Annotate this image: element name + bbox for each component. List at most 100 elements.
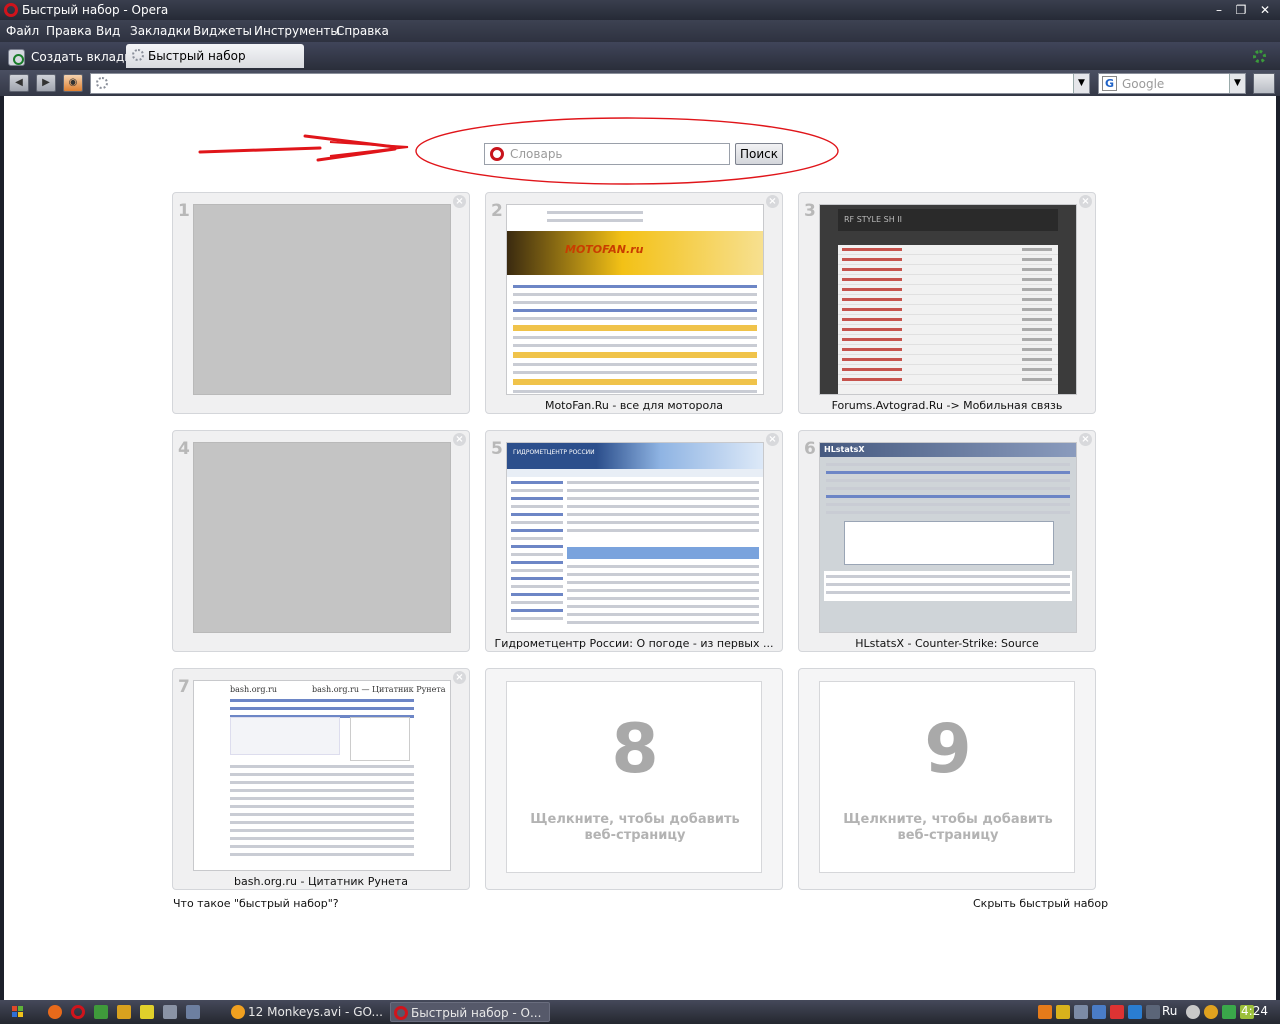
what-is-speed-dial-link[interactable]: Что такое "быстрый набор"?	[173, 897, 339, 910]
butterfly-icon[interactable]	[117, 1005, 131, 1019]
close-window-button[interactable]: ✕	[1256, 2, 1274, 18]
tab-speed-dial[interactable]: Быстрый набор	[126, 44, 304, 68]
forward-button[interactable]: ▶	[36, 74, 56, 92]
tray-clock-icon[interactable]	[1186, 1005, 1200, 1019]
close-icon[interactable]: ×	[1079, 433, 1092, 446]
thumbnail-motofan: MOTOFAN.ru	[506, 204, 764, 395]
speed-dial-2[interactable]: 2 × MOTOFAN.ru MotoFan.Ru - все для мото…	[485, 192, 783, 414]
taskbar-task-media[interactable]: 12 Monkeys.avi - GO...	[228, 1002, 388, 1022]
start-button[interactable]	[2, 1002, 32, 1022]
search-field[interactable]: G Google ▼	[1098, 73, 1246, 94]
opera-logo-icon	[4, 3, 18, 17]
speed-dial-6[interactable]: 6 × HLstatsX HLstatsX - Counter-Strike: …	[798, 430, 1096, 652]
close-icon[interactable]: ×	[453, 433, 466, 446]
windows-logo-icon	[12, 1006, 23, 1017]
speed-dial-4[interactable]: 4 ×	[172, 430, 470, 652]
panel-toggle-button[interactable]	[1253, 73, 1275, 94]
tab-label: Быстрый набор	[148, 49, 246, 63]
search-engine-dropdown-icon[interactable]: ▼	[1229, 74, 1245, 93]
menu-edit[interactable]: Правка	[46, 24, 92, 38]
opera-link-icon[interactable]: ◉	[63, 74, 83, 92]
task-label: 12 Monkeys.avi - GO...	[248, 1005, 383, 1019]
opera-icon[interactable]	[71, 1005, 85, 1019]
taskbar-task-opera[interactable]: Быстрый набор - О...	[390, 1002, 550, 1022]
tray-l-icon[interactable]	[1128, 1005, 1142, 1019]
speed-dial-search-placeholder: Словарь	[510, 147, 563, 161]
thumbnail-bash: bash.org.ru bash.org.ru — Цитатник Рунет…	[193, 680, 451, 871]
dial-caption: MotoFan.Ru - все для моторола	[544, 399, 724, 412]
meteo-header: ГИДРОМЕТЦЕНТР РОССИИ	[507, 443, 763, 469]
close-icon[interactable]: ×	[453, 195, 466, 208]
opera-task-icon	[394, 1006, 408, 1020]
speed-dial-5[interactable]: 5 × ГИДРОМЕТЦЕНТР РОССИИ Гидрометцентр Р…	[485, 430, 783, 652]
dial-caption: Forums.Avtograd.Ru -> Мобильная связь	[831, 399, 1063, 412]
bash-site-name: bash.org.ru	[230, 685, 277, 694]
page-loading-icon	[96, 77, 108, 89]
trash-loading-icon[interactable]	[1253, 50, 1266, 63]
dial-number: 3	[804, 201, 816, 221]
restore-button[interactable]: ❐	[1232, 2, 1250, 18]
minimize-button[interactable]: –	[1210, 2, 1228, 18]
menu-bookmarks[interactable]: Закладки	[130, 24, 191, 38]
show-desktop-icon[interactable]	[186, 1005, 200, 1019]
dial-number: 6	[804, 439, 816, 459]
tray-graph-icon[interactable]	[1222, 1005, 1236, 1019]
network-icon[interactable]	[94, 1005, 108, 1019]
dial-caption: Гидрометцентр России: О погоде - из перв…	[494, 637, 774, 650]
tray-messenger-icon[interactable]	[1204, 1005, 1218, 1019]
speed-dial-1[interactable]: 1 ×	[172, 192, 470, 414]
speed-dial-add-8[interactable]: 8 Щелкните, чтобы добавить веб-страницу	[485, 668, 783, 890]
tray-lightning-icon[interactable]	[1056, 1005, 1070, 1019]
close-icon[interactable]: ×	[1079, 195, 1092, 208]
dial-number: 2	[491, 201, 503, 221]
dial-number: 7	[178, 677, 190, 697]
dial-caption: bash.org.ru - Цитатник Рунета	[234, 875, 408, 888]
search-placeholder: Google	[1122, 77, 1165, 91]
add-page-frame: 8 Щелкните, чтобы добавить веб-страницу	[506, 681, 762, 873]
menu-tools[interactable]: Инструменты	[254, 24, 340, 38]
dial-number: 4	[178, 439, 190, 459]
speed-dial-7[interactable]: 7 × bash.org.ru bash.org.ru — Цитатник Р…	[172, 668, 470, 890]
address-field[interactable]: ▼	[90, 73, 1090, 94]
menu-help[interactable]: Справка	[336, 24, 389, 38]
menu-file[interactable]: Файл	[6, 24, 39, 38]
task-label: Быстрый набор - О...	[411, 1006, 542, 1020]
close-icon[interactable]: ×	[453, 671, 466, 684]
new-tab-icon	[8, 49, 25, 66]
title-bar: Быстрый набор - Opera – ❐ ✕	[0, 0, 1280, 20]
lightning-icon[interactable]	[140, 1005, 154, 1019]
thumbnail-empty	[193, 204, 451, 395]
menu-widgets[interactable]: Виджеты	[193, 24, 252, 38]
tray-volume-icon[interactable]	[1146, 1005, 1160, 1019]
close-icon[interactable]: ×	[766, 433, 779, 446]
media-player-icon	[231, 1005, 245, 1019]
back-button[interactable]: ◀	[9, 74, 29, 92]
tray-grid-icon[interactable]	[1038, 1005, 1052, 1019]
avtograd-header: RF STYLE SH II	[838, 209, 1058, 231]
address-dropdown-icon[interactable]: ▼	[1073, 74, 1089, 93]
hide-speed-dial-link[interactable]: Скрыть быстрый набор	[973, 897, 1108, 910]
speed-dial-add-9[interactable]: 9 Щелкните, чтобы добавить веб-страницу	[798, 668, 1096, 890]
close-icon[interactable]: ×	[766, 195, 779, 208]
loading-icon	[132, 49, 144, 61]
thumbnail-empty	[193, 442, 451, 633]
firefox-icon[interactable]	[48, 1005, 62, 1019]
motofan-logo: MOTOFAN.ru	[565, 243, 644, 256]
add-page-hint: Щелкните, чтобы добавить веб-страницу	[530, 812, 740, 843]
menu-view[interactable]: Вид	[96, 24, 120, 38]
menu-bar: Файл Правка Вид Закладки Виджеты Инструм…	[0, 20, 1280, 42]
language-indicator[interactable]: Ru	[1162, 1004, 1177, 1018]
google-icon: G	[1102, 76, 1117, 91]
tray-k-icon[interactable]	[1110, 1005, 1124, 1019]
tray-tool-icon[interactable]	[1074, 1005, 1088, 1019]
camera-icon[interactable]	[163, 1005, 177, 1019]
tray-network-icon[interactable]	[1092, 1005, 1106, 1019]
speed-dial-search-input[interactable]: Словарь	[484, 143, 730, 165]
new-tab-label: Создать вкладку	[31, 50, 139, 64]
thumbnail-meteo: ГИДРОМЕТЦЕНТР РОССИИ	[506, 442, 764, 633]
add-page-hint: Щелкните, чтобы добавить веб-страницу	[843, 812, 1053, 843]
speed-dial-3[interactable]: 3 × RF STYLE SH II Forums.Avtograd.Ru ->…	[798, 192, 1096, 414]
dial-number: 5	[491, 439, 503, 459]
search-button[interactable]: Поиск	[735, 143, 783, 165]
opera-search-icon	[490, 147, 504, 161]
